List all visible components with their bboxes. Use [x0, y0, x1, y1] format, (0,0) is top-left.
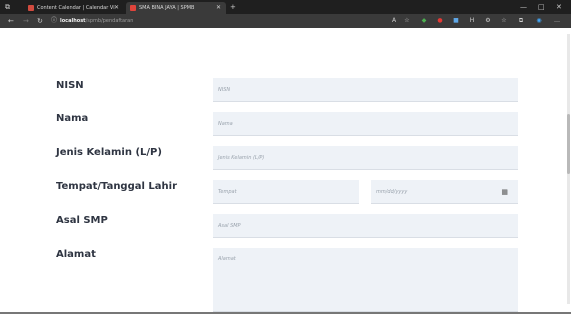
browser-tab-bar: ⧉ Content Calendar | Calendar Vi ✕ SMA B…	[0, 0, 571, 14]
nama-label: Nama	[56, 113, 89, 124]
alamat-label: Alamat	[56, 249, 96, 260]
browser-tab-calendar[interactable]: Content Calendar | Calendar Vi ✕	[24, 2, 124, 14]
tempat-input[interactable]: Tempat	[213, 180, 359, 204]
jenis-kelamin-label: Jenis Kelamin (L/P)	[56, 147, 162, 158]
jenis-kelamin-input[interactable]: Jenis Kelamin (L/P)	[213, 146, 518, 170]
asal-smp-label: Asal SMP	[56, 215, 108, 226]
close-tab-icon[interactable]: ✕	[216, 2, 221, 14]
close-tab-icon[interactable]: ✕	[114, 2, 119, 14]
favorite-star-icon[interactable]: ☆	[403, 17, 411, 25]
extension-icon[interactable]: ◆	[420, 17, 428, 25]
close-window-button[interactable]: ✕	[556, 0, 562, 14]
new-tab-button[interactable]: +	[230, 0, 236, 14]
back-icon[interactable]: ←	[8, 14, 14, 28]
tempat-tanggal-lahir-label: Tempat/Tanggal Lahir	[56, 181, 178, 192]
site-info-icon[interactable]: ⓘ	[51, 14, 57, 28]
more-menu-icon[interactable]: …	[553, 17, 561, 25]
address-bar[interactable]: localhost/spmb/pendaftaran	[60, 16, 390, 26]
asal-smp-input[interactable]: Asal SMP	[213, 214, 518, 238]
browser-tab-spmb[interactable]: SMA BINA JAYA | SPMB ✕	[126, 2, 226, 14]
nisn-label: NISN	[56, 80, 84, 91]
tab-actions-icon[interactable]: ⧉	[5, 0, 10, 14]
extension-icon[interactable]: ■	[452, 17, 460, 25]
read-aloud-icon[interactable]: A	[390, 17, 398, 25]
extensions-puzzle-icon[interactable]: ⚙	[484, 17, 492, 25]
forward-icon[interactable]: →	[23, 14, 29, 28]
scrollbar-thumb[interactable]	[567, 114, 570, 174]
tanggal-lahir-input[interactable]: mm/dd/yyyy ▦	[371, 180, 518, 204]
extension-icon[interactable]: ●	[436, 17, 444, 25]
nama-input[interactable]: Nama	[213, 112, 518, 136]
minimize-button[interactable]: —	[520, 0, 527, 14]
reload-icon[interactable]: ↻	[37, 14, 43, 28]
site-favicon-icon	[130, 4, 136, 11]
extension-icon[interactable]: H	[468, 17, 476, 25]
profile-avatar-icon[interactable]: ◉	[535, 17, 543, 25]
calendar-favicon-icon	[28, 4, 34, 11]
browser-toolbar: ← → ↻ ⓘ localhost/spmb/pendaftaran A ☆ ◆…	[0, 14, 571, 28]
favorites-icon[interactable]: ☆	[500, 17, 508, 25]
alamat-textarea[interactable]: Alamat	[213, 248, 518, 312]
calendar-icon[interactable]: ▦	[501, 180, 508, 204]
collections-icon[interactable]: ⧉	[517, 17, 525, 25]
maximize-button[interactable]: □	[538, 0, 545, 14]
nisn-input[interactable]: NISN	[213, 78, 518, 102]
